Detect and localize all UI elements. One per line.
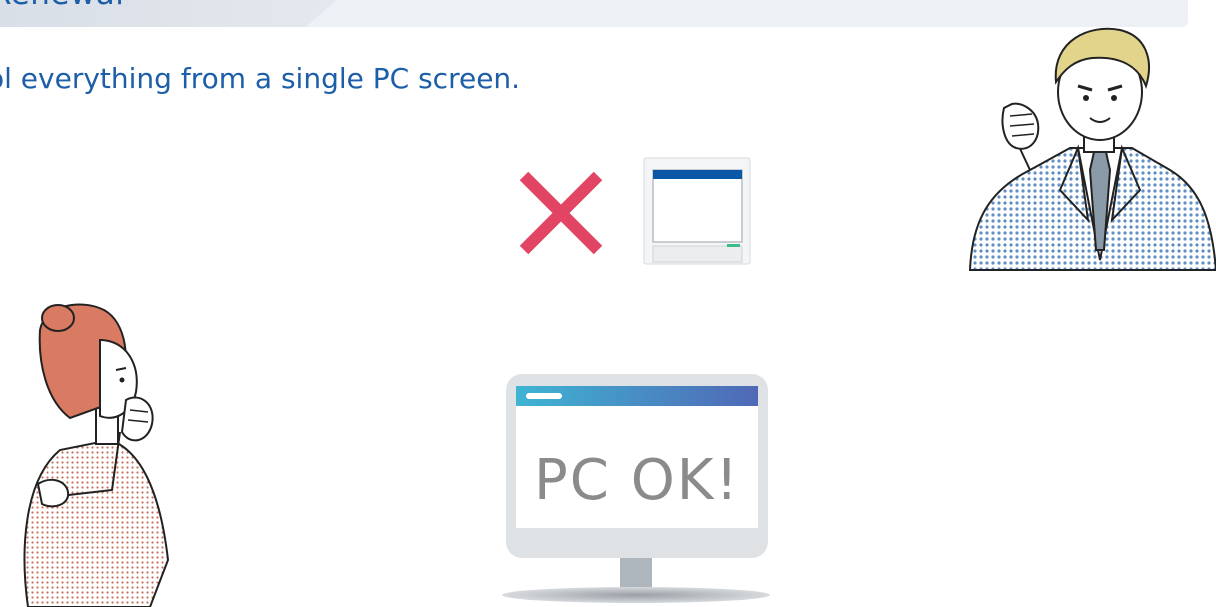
monitor-screen-text: PC OK!: [534, 448, 740, 513]
x-mark-icon: [519, 171, 603, 255]
woman-thinking-illustration: [23, 303, 170, 607]
businessman-illustration: [968, 27, 1216, 271]
subtitle: ol everything from a single PC screen.: [0, 62, 521, 95]
page-title: Renewal: [0, 0, 124, 12]
pc-monitor-icon: PC OK!: [502, 374, 770, 603]
device-screen-icon: [643, 157, 751, 265]
